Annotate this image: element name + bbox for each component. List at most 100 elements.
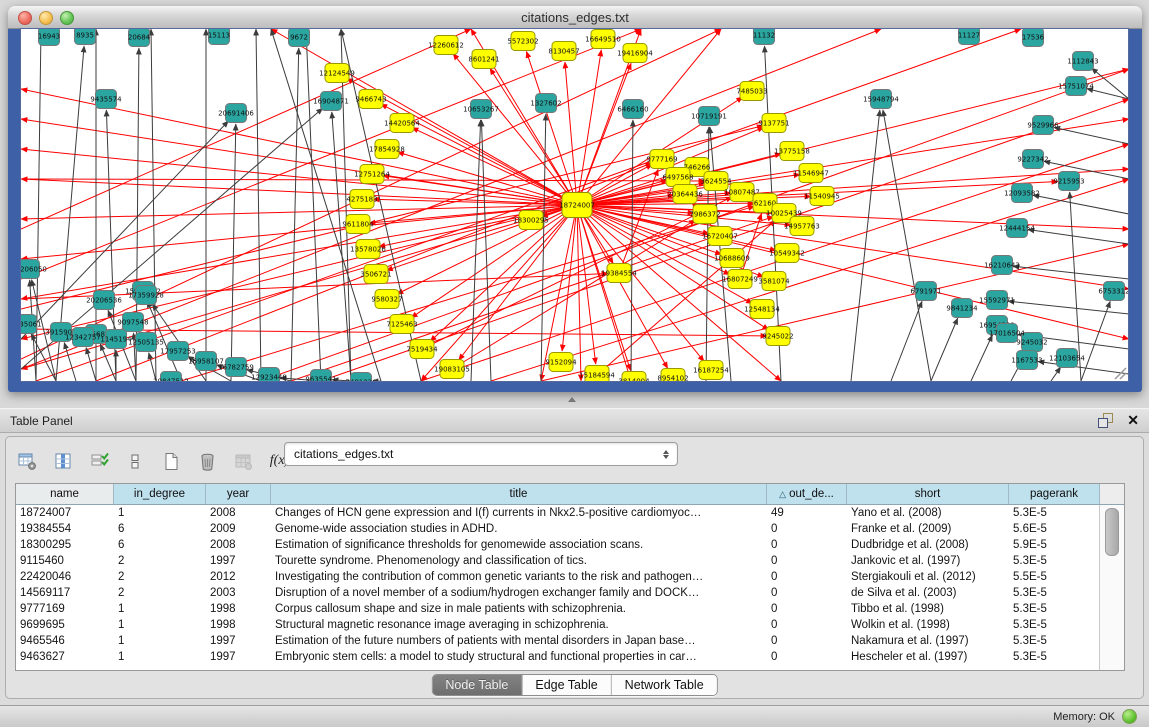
table-cell[interactable]: 2 [114, 553, 206, 569]
graph-edge[interactable] [453, 54, 577, 205]
table-cell[interactable]: 2012 [206, 569, 271, 585]
table-row[interactable]: 977716911998Corpus callosum shape and si… [16, 601, 1124, 617]
tab-edge-table[interactable]: Edge Table [522, 675, 611, 695]
table-selector[interactable]: citations_edges.txt [284, 442, 678, 466]
table-cell[interactable]: 0 [767, 521, 847, 537]
table-row[interactable]: 946362711997Embryonic stem cells: a mode… [16, 649, 1124, 665]
graph-edge[interactable] [851, 110, 880, 381]
network-canvas[interactable]: 1872400712124549946674314420564178549281… [20, 28, 1129, 382]
table-cell[interactable]: Changes of HCN gene expression and I(f) … [271, 505, 767, 521]
close-panel-icon[interactable]: ✕ [1127, 411, 1139, 429]
table-cell[interactable]: 0 [767, 553, 847, 569]
graph-edge[interactable] [306, 29, 321, 381]
table-cell[interactable]: 9465546 [16, 633, 114, 649]
table-cell[interactable]: 2 [114, 585, 206, 601]
table-cell[interactable]: 22420046 [16, 569, 114, 585]
graph-edge[interactable] [430, 205, 577, 342]
table-cell[interactable]: Embryonic stem cells: a model to study s… [271, 649, 767, 665]
table-cell[interactable]: 1997 [206, 649, 271, 665]
table-cell[interactable]: 2008 [206, 537, 271, 553]
column-header-year[interactable]: year [206, 484, 271, 504]
graph-edge[interactable] [577, 50, 601, 205]
table-cell[interactable]: 5.6E-5 [1009, 521, 1100, 537]
zoom-window-icon[interactable] [60, 11, 74, 25]
table-cell[interactable]: Investigating the contribution of common… [271, 569, 767, 585]
close-window-icon[interactable] [18, 11, 32, 25]
table-cell[interactable]: 5.3E-5 [1009, 505, 1100, 521]
table-cell[interactable]: 1 [114, 633, 206, 649]
graph-edge[interactable] [631, 120, 633, 381]
table-cell[interactable]: Structural magnetic resonance image aver… [271, 617, 767, 633]
table-scrollbar-thumb[interactable] [1105, 508, 1119, 556]
table-cell[interactable]: 0 [767, 537, 847, 553]
graph-edge[interactable] [100, 344, 116, 381]
table-cell[interactable]: 14569117 [16, 585, 114, 601]
table-cell[interactable]: Hescheler et al. (1997) [847, 649, 1009, 665]
graph-edge[interactable] [577, 169, 1128, 205]
graph-edge[interactable] [971, 335, 992, 381]
table-cell[interactable]: 1998 [206, 617, 271, 633]
graph-edge[interactable] [597, 220, 776, 375]
graph-edge[interactable] [931, 318, 958, 381]
table-cell[interactable]: 6 [114, 521, 206, 537]
table-mode-button[interactable] [14, 448, 41, 475]
table-cell[interactable]: Jankovic et al. (1997) [847, 553, 1009, 569]
graph-edge[interactable] [231, 124, 236, 381]
float-panel-icon[interactable] [1098, 413, 1113, 428]
table-cell[interactable]: 2003 [206, 585, 271, 601]
table-cell[interactable]: 18724007 [16, 505, 114, 521]
table-cell[interactable]: Tibbo et al. (1998) [847, 601, 1009, 617]
graph-edge[interactable] [1038, 361, 1128, 374]
table-cell[interactable]: 2009 [206, 521, 271, 537]
table-cell[interactable]: Wolkin et al. (1998) [847, 617, 1009, 633]
table-cell[interactable]: 1 [114, 601, 206, 617]
rows-button[interactable] [122, 448, 149, 475]
table-cell[interactable]: 5.3E-5 [1009, 601, 1100, 617]
table-cell[interactable]: Nakamura et al. (1997) [847, 633, 1009, 649]
table-cell[interactable]: 5.3E-5 [1009, 649, 1100, 665]
table-cell[interactable]: 0 [767, 569, 847, 585]
graph-edge[interactable] [21, 121, 228, 339]
table-row[interactable]: 1872400712008Changes of HCN gene express… [16, 505, 1124, 521]
new-column-button[interactable] [158, 448, 185, 475]
graph-edge[interactable] [151, 29, 156, 381]
table-cell[interactable]: 2 [114, 569, 206, 585]
column-header-out-de-[interactable]: △out_de... [767, 484, 847, 504]
table-cell[interactable]: 0 [767, 633, 847, 649]
table-cell[interactable]: Estimation of the future numbers of pati… [271, 633, 767, 649]
graph-edge[interactable] [481, 120, 491, 381]
splitter-handle[interactable] [568, 397, 576, 402]
table-cell[interactable]: 2008 [206, 505, 271, 521]
graph-edge[interactable] [181, 206, 754, 381]
graph-edge[interactable] [452, 220, 696, 369]
table-cell[interactable]: 49 [767, 505, 847, 521]
table-scrollbar[interactable] [1099, 505, 1124, 670]
table-cell[interactable]: 9699695 [16, 617, 114, 633]
graph-edge[interactable] [332, 112, 351, 381]
table-cell[interactable]: 0 [767, 601, 847, 617]
table-cell[interactable]: 9115460 [16, 553, 114, 569]
table-cell[interactable]: Estimation of significance thresholds fo… [271, 537, 767, 553]
column-header-pagerank[interactable]: pagerank [1009, 484, 1100, 504]
delete-table-button[interactable] [230, 448, 257, 475]
graph-edge[interactable] [379, 205, 577, 247]
graph-edge[interactable] [86, 348, 96, 381]
table-cell[interactable]: 0 [767, 585, 847, 601]
graph-edge[interactable] [891, 301, 922, 381]
graph-edge[interactable] [565, 62, 577, 205]
graph-edge[interactable] [256, 29, 261, 381]
table-cell[interactable]: 5.3E-5 [1009, 633, 1100, 649]
network-window-titlebar[interactable]: citations_edges.txt [8, 6, 1142, 29]
table-cell[interactable]: 1 [114, 649, 206, 665]
graph-edge[interactable] [471, 120, 481, 381]
column-header-short[interactable]: short [847, 484, 1009, 504]
table-cell[interactable]: 1 [114, 617, 206, 633]
table-cell[interactable]: 5.5E-5 [1009, 569, 1100, 585]
table-row[interactable]: 1830029562008Estimation of significance … [16, 537, 1124, 553]
tab-node-table[interactable]: Node Table [432, 675, 522, 695]
table-cell[interactable]: Tourette syndrome. Phenomenology and cla… [271, 553, 767, 569]
minimize-window-icon[interactable] [39, 11, 53, 25]
graph-edge[interactable] [1013, 266, 1128, 279]
table-cell[interactable]: Dudbridge et al. (2008) [847, 537, 1009, 553]
table-cell[interactable]: 9463627 [16, 649, 114, 665]
